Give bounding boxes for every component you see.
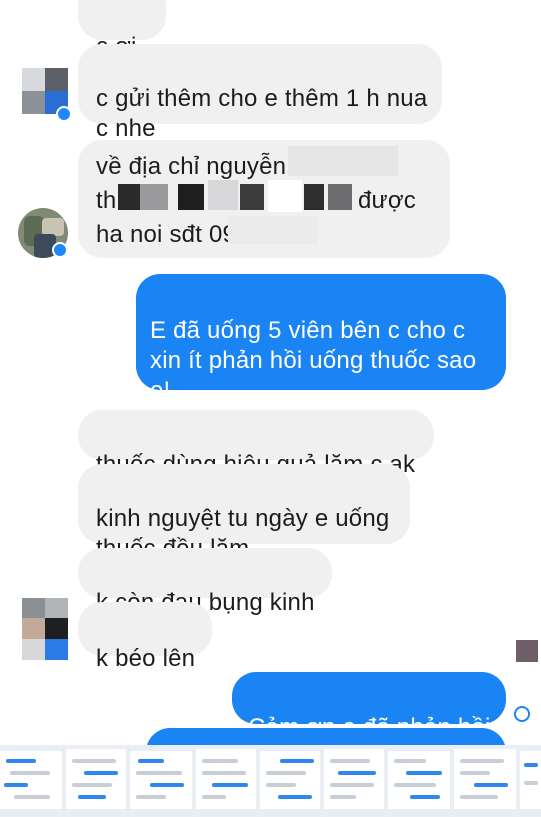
contact-avatar[interactable] [22, 598, 68, 660]
thumbnail-strip [0, 745, 541, 817]
message-bubble-incoming: c ơi [78, 0, 166, 60]
seen-check-icon [514, 706, 530, 722]
messenger-badge-icon [52, 242, 68, 258]
messenger-badge-icon [56, 106, 72, 122]
thumbnail[interactable] [130, 751, 192, 809]
message-text-line: th [96, 187, 117, 214]
thumbnail[interactable] [324, 749, 384, 809]
message-text: c gửi thêm cho e thêm 1 h nua c nhe [96, 85, 428, 142]
thumbnail[interactable] [66, 749, 126, 809]
thumbnail[interactable] [388, 751, 450, 809]
redaction-block [118, 184, 140, 210]
message-bubble-outgoing: E đã uống 5 viên bên c cho c xin ít phản… [136, 274, 506, 404]
message-bubble-incoming: về địa chỉ nguyễn th được ha noi sđt 09 [78, 140, 450, 258]
redaction-block [288, 146, 398, 176]
redaction-block [228, 216, 318, 244]
message-bubble-outgoing: Cảm ơn e đã phản hồi [232, 672, 506, 741]
redaction-block [268, 180, 302, 212]
message-text-line: về địa chỉ nguyễn [96, 153, 287, 180]
message-text-line: được [358, 187, 416, 214]
thumbnail[interactable] [520, 751, 541, 809]
message-text: E đã uống 5 viên bên c cho c xin ít phản… [150, 317, 477, 404]
message-text-line: ha noi sđt 09 [96, 221, 237, 248]
thumbnail[interactable] [196, 749, 256, 809]
redaction-block [328, 184, 352, 210]
redaction-block [140, 184, 168, 210]
redaction-block [208, 180, 238, 210]
message-text: k béo lên [96, 645, 196, 672]
redaction-block [516, 640, 538, 662]
message-bubble-incoming: k béo lên [78, 602, 212, 672]
message-bubble-incoming: thuốc dùng hiệu quả lăm c ak [78, 410, 434, 478]
message-bubble-incoming: kinh nguyệt tu ngày e uống thuốc đều lăm [78, 464, 410, 562]
thumbnail[interactable] [260, 751, 320, 809]
redaction-block [178, 184, 204, 210]
message-bubble-incoming: c gửi thêm cho e thêm 1 h nua c nhe [78, 44, 442, 142]
thumbnail[interactable] [0, 751, 62, 809]
thumbnail[interactable] [454, 749, 516, 809]
message-bubble-incoming: k còn đau bụng kinh [78, 548, 332, 616]
redaction-block [304, 184, 324, 210]
redaction-block [240, 184, 264, 210]
